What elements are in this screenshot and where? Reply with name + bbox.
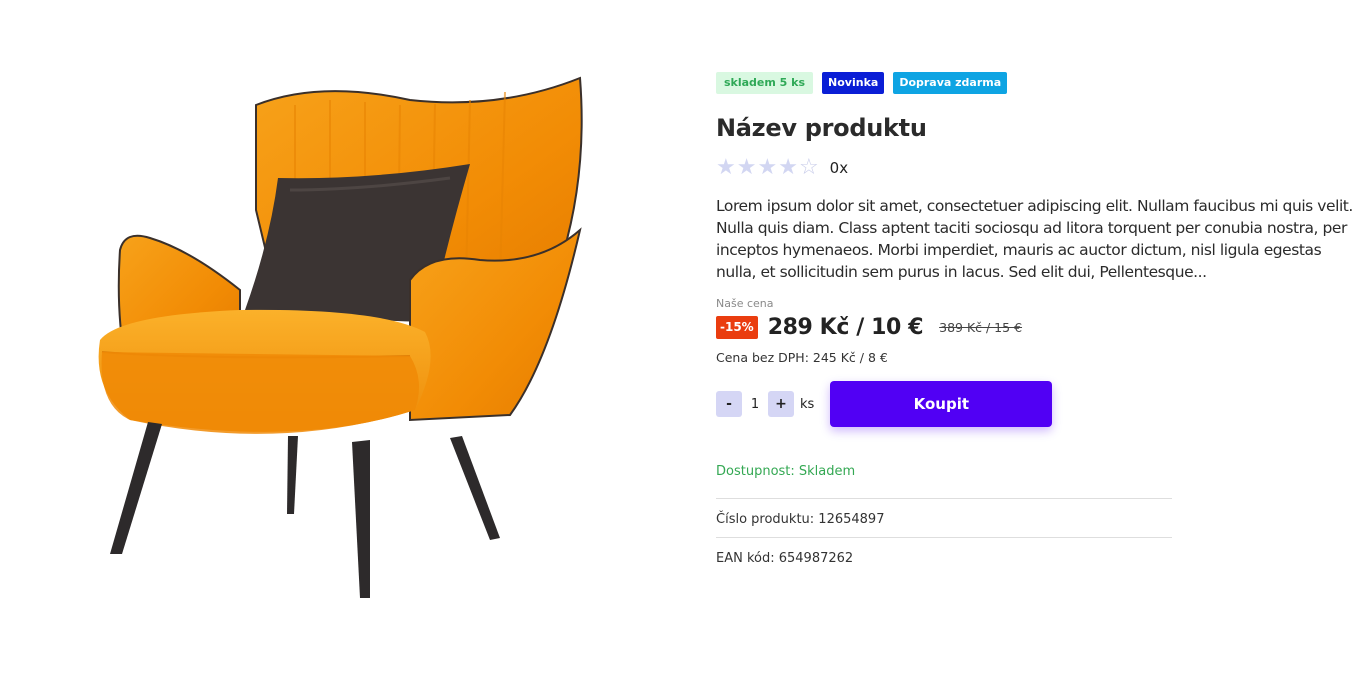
ean-code: EAN kód: 654987262 xyxy=(716,551,854,566)
product-description: Lorem ipsum dolor sit amet, consectetuer… xyxy=(716,197,1353,281)
quantity-unit: ks xyxy=(800,396,815,412)
product-info: skladem 5 ks Novinka Doprava zdarma Náze… xyxy=(716,72,1356,576)
price-label: Naše cena xyxy=(716,297,774,310)
rating[interactable]: ★ ★ ★ ★ ☆ 0x xyxy=(716,156,1356,180)
buy-button[interactable]: Koupit xyxy=(830,381,1053,427)
quantity-decrease-button[interactable]: - xyxy=(716,391,742,417)
new-badge: Novinka xyxy=(822,72,885,94)
old-price: 389 Kč / 15 € xyxy=(939,320,1023,335)
star-icon[interactable]: ★ xyxy=(757,157,777,179)
price-without-vat: Cena bez DPH: 245 Kč / 8 € xyxy=(716,350,888,365)
star-icon[interactable]: ★ xyxy=(778,157,798,179)
quantity-input[interactable] xyxy=(742,396,768,412)
free-shipping-badge: Doprava zdarma xyxy=(893,72,1008,94)
discount-badge: -15% xyxy=(716,316,758,339)
star-icon[interactable]: ★ xyxy=(737,157,757,179)
product-meta: Dostupnost: Skladem Číslo produktu: 1265… xyxy=(716,461,1172,576)
rating-count: 0x xyxy=(829,159,849,177)
current-price: 289 Kč / 10 € xyxy=(767,315,924,340)
star-outline-icon[interactable]: ☆ xyxy=(799,157,819,179)
stock-badge: skladem 5 ks xyxy=(716,72,814,94)
product-number: Číslo produktu: 12654897 xyxy=(716,499,1172,538)
armchair-illustration xyxy=(98,76,583,598)
purchase-row: - + ks Koupit xyxy=(716,381,1356,427)
quantity-increase-button[interactable]: + xyxy=(768,391,794,417)
availability: Dostupnost: Skladem xyxy=(716,461,1172,499)
price-row: -15% 289 Kč / 10 € 389 Kč / 15 € xyxy=(716,315,1356,340)
badge-list: skladem 5 ks Novinka Doprava zdarma xyxy=(716,72,1356,94)
product-image[interactable] xyxy=(80,60,640,620)
product-title: Název produktu xyxy=(716,114,927,142)
star-icon[interactable]: ★ xyxy=(716,157,736,179)
